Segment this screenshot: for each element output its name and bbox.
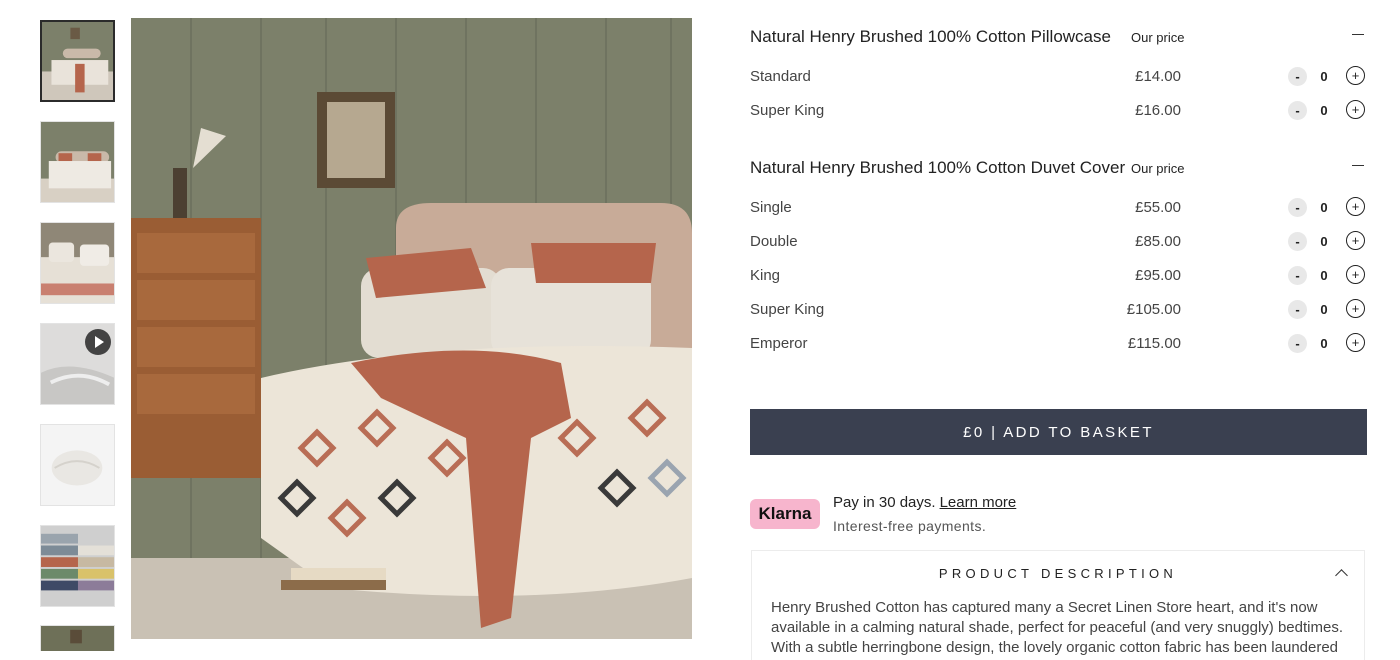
duvet-emperor-minus-button[interactable]: - bbox=[1288, 334, 1307, 353]
duvet-our-price-label: Our price bbox=[1131, 161, 1185, 176]
pillowcase-price-super-king: £16.00 bbox=[1135, 102, 1181, 119]
duvet-title: Natural Henry Brushed 100% Cotton Duvet … bbox=[750, 158, 1126, 177]
duvet-size-super-king: Super King bbox=[750, 301, 825, 318]
duvet-single-quantity[interactable]: 0 bbox=[1318, 200, 1330, 215]
klarna-interest-free-text: Interest-free payments. bbox=[833, 518, 987, 534]
duvet-emperor-quantity[interactable]: 0 bbox=[1318, 336, 1330, 351]
duvet-size-double: Double bbox=[750, 233, 798, 250]
duvet-double-plus-button[interactable]: + bbox=[1346, 231, 1365, 250]
thumbnail-3[interactable] bbox=[40, 222, 115, 304]
product-description-header[interactable]: PRODUCT DESCRIPTION bbox=[752, 566, 1364, 581]
thumbnail-5[interactable] bbox=[40, 424, 115, 506]
thumbnail-1[interactable] bbox=[40, 20, 115, 102]
product-description-panel: PRODUCT DESCRIPTION Henry Brushed Cotton… bbox=[751, 550, 1365, 660]
pillowcase-size-super-king: Super King bbox=[750, 102, 825, 119]
duvet-super-king-quantity[interactable]: 0 bbox=[1318, 302, 1330, 317]
duvet-double-quantity[interactable]: 0 bbox=[1318, 234, 1330, 249]
duvet-king-quantity[interactable]: 0 bbox=[1318, 268, 1330, 283]
duvet-price-single: £55.00 bbox=[1135, 199, 1181, 216]
pillowcase-super-king-quantity[interactable]: 0 bbox=[1318, 103, 1330, 118]
klarna-pay-later-text: Pay in 30 days. bbox=[833, 494, 936, 511]
duvet-price-double: £85.00 bbox=[1135, 233, 1181, 250]
pillowcase-size-standard: Standard bbox=[750, 68, 811, 85]
thumbnail-6[interactable] bbox=[40, 525, 115, 607]
play-icon[interactable] bbox=[85, 329, 111, 355]
duvet-single-plus-button[interactable]: + bbox=[1346, 197, 1365, 216]
klarna-logo: Klarna bbox=[750, 499, 820, 529]
duvet-price-king: £95.00 bbox=[1135, 267, 1181, 284]
pillowcase-collapse-icon[interactable] bbox=[1352, 34, 1364, 35]
duvet-emperor-plus-button[interactable]: + bbox=[1346, 333, 1365, 352]
product-description-text: Henry Brushed Cotton has captured many a… bbox=[771, 599, 1343, 656]
thumbnail-2[interactable] bbox=[40, 121, 115, 203]
pillowcase-standard-minus-button[interactable]: - bbox=[1288, 67, 1307, 86]
duvet-size-king: King bbox=[750, 267, 781, 284]
add-to-basket-button[interactable]: £0 | ADD TO BASKET bbox=[750, 409, 1367, 455]
duvet-price-emperor: £115.00 bbox=[1127, 335, 1181, 352]
duvet-double-minus-button[interactable]: - bbox=[1288, 232, 1307, 251]
duvet-price-super-king: £105.00 bbox=[1126, 301, 1181, 318]
duvet-size-single: Single bbox=[750, 199, 792, 216]
klarna-learn-more-link[interactable]: Learn more bbox=[940, 494, 1017, 511]
pillowcase-our-price-label: Our price bbox=[1131, 30, 1185, 45]
pillowcase-super-king-plus-button[interactable]: + bbox=[1346, 100, 1365, 119]
klarna-message: Pay in 30 days. Learn more bbox=[833, 494, 1016, 511]
duvet-king-plus-button[interactable]: + bbox=[1346, 265, 1365, 284]
duvet-super-king-plus-button[interactable]: + bbox=[1346, 299, 1365, 318]
pillowcase-price-standard: £14.00 bbox=[1135, 68, 1181, 85]
pillowcase-standard-quantity[interactable]: 0 bbox=[1318, 69, 1330, 84]
pillowcase-standard-plus-button[interactable]: + bbox=[1346, 66, 1365, 85]
main-product-image[interactable] bbox=[131, 18, 692, 639]
duvet-collapse-icon[interactable] bbox=[1352, 165, 1364, 166]
duvet-single-minus-button[interactable]: - bbox=[1288, 198, 1307, 217]
pillowcase-super-king-minus-button[interactable]: - bbox=[1288, 101, 1307, 120]
thumbnail-video[interactable] bbox=[40, 323, 115, 405]
duvet-super-king-minus-button[interactable]: - bbox=[1288, 300, 1307, 319]
duvet-size-emperor: Emperor bbox=[750, 335, 808, 352]
pillowcase-title: Natural Henry Brushed 100% Cotton Pillow… bbox=[750, 27, 1111, 46]
duvet-king-minus-button[interactable]: - bbox=[1288, 266, 1307, 285]
thumbnail-7[interactable] bbox=[40, 625, 115, 651]
